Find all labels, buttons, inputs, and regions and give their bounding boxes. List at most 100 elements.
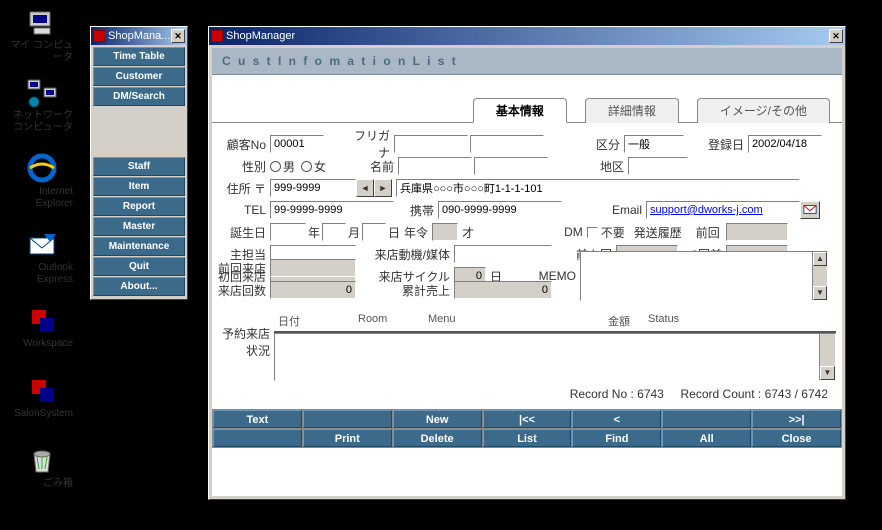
desktop-icon-network[interactable]: ネットワーク コンピュータ [7, 76, 77, 134]
label-nen: 年 [306, 224, 322, 241]
desktop-icon-label: マイ コンピュータ [7, 40, 77, 64]
zip-next-button[interactable]: ► [374, 179, 392, 197]
memo-scrollbar[interactable]: ▲ ▼ [812, 252, 827, 300]
desktop-icon-label: ネットワーク コンピュータ [7, 110, 77, 134]
btn-last[interactable]: >>| [752, 410, 841, 428]
btn-print[interactable]: Print [303, 429, 392, 447]
tel-field[interactable]: 99-9999-9999 [270, 201, 394, 219]
kubun-field[interactable]: 一般 [624, 135, 684, 153]
scroll-up-icon[interactable]: ▲ [813, 252, 827, 266]
app-icon [211, 30, 223, 42]
label-zenkai-raiten: 前回来店 [218, 260, 270, 277]
desktop-icon-workspace[interactable]: Workspace [7, 304, 77, 350]
zip-prev-button[interactable]: ◄ [356, 179, 374, 197]
computer-icon [26, 6, 58, 38]
menu-item-dmsearch[interactable]: DM/Search [93, 87, 185, 106]
grid-scrollbar[interactable]: ▼ [819, 334, 835, 380]
btn-blank3[interactable] [213, 429, 302, 447]
desktop-icon-label: Internet Explorer [7, 186, 77, 210]
btn-new[interactable]: New [393, 410, 482, 428]
menu-item-item[interactable]: Item [93, 177, 185, 196]
grid-col-status: Status [634, 311, 704, 331]
btn-close[interactable]: Close [752, 429, 841, 447]
birth-day-field[interactable] [362, 223, 386, 241]
desktop-icon-trash[interactable]: ごみ箱 [7, 444, 77, 490]
label-keitai: 携帯 [394, 202, 438, 219]
zip-field[interactable]: 999-9999 [270, 179, 356, 197]
btn-prev[interactable]: < [572, 410, 661, 428]
menu-item-customer[interactable]: Customer [93, 67, 185, 86]
menu-window: ShopMana... ✕ Time Table Customer DM/Sea… [90, 26, 188, 300]
label-ruikei: 累計売上 [374, 282, 454, 299]
label-hi: 日 [386, 224, 402, 241]
register-date-field[interactable]: 2002/04/18 [748, 135, 822, 153]
tab-detail[interactable]: 詳細情報 [585, 98, 679, 123]
btn-text[interactable]: Text [213, 410, 302, 428]
grid-row[interactable] [275, 334, 819, 380]
chiku-field[interactable] [628, 157, 688, 175]
email-link[interactable]: support@dworks-j.com [650, 204, 763, 216]
tab-basic[interactable]: 基本情報 [473, 98, 567, 123]
label-haso: 発送履歴 [628, 224, 688, 241]
label-furigana: フリガナ [350, 127, 394, 161]
desktop-icon-label: SalonSystem [7, 408, 77, 420]
doki-field[interactable] [454, 245, 552, 263]
desktop-icon-mycomputer[interactable]: マイ コンピュータ [7, 6, 77, 64]
menu-titlebar[interactable]: ShopMana... ✕ [91, 27, 187, 45]
label-nenrei: 年令 [402, 224, 432, 241]
desktop-icon-ie[interactable]: Internet Explorer [7, 152, 77, 210]
name-last-field[interactable] [398, 157, 472, 175]
menu-item-master[interactable]: Master [93, 217, 185, 236]
tab-image[interactable]: イメージ/その他 [697, 98, 830, 123]
workspace-icon [26, 304, 58, 336]
scroll-down-icon[interactable]: ▼ [820, 366, 835, 380]
label-dm: DM [564, 225, 587, 239]
dm-checkbox[interactable] [587, 227, 598, 238]
customer-no-field[interactable]: 00001 [270, 135, 324, 153]
furigana-first-field[interactable] [470, 135, 544, 153]
memo-field[interactable]: ▲ ▼ [580, 251, 828, 301]
email-button[interactable] [800, 201, 820, 219]
address-field[interactable]: 兵庫県○○○市○○○町1-1-1-101 [396, 179, 800, 197]
menu-item-report[interactable]: Report [93, 197, 185, 216]
birth-month-field[interactable] [322, 223, 346, 241]
label-kubun: 区分 [594, 136, 624, 153]
mobile-field[interactable]: 090-9999-9999 [438, 201, 562, 219]
close-icon[interactable]: ✕ [829, 29, 843, 43]
furigana-last-field[interactable] [394, 135, 468, 153]
email-field[interactable]: support@dworks-j.com [646, 201, 800, 219]
menu-item-quit[interactable]: Quit [93, 257, 185, 276]
btn-blank2[interactable] [662, 410, 751, 428]
desktop-icon-salon[interactable]: SalonSystem [7, 374, 77, 420]
desktop-icon-outlook[interactable]: Outlook Express [7, 228, 77, 286]
btn-first[interactable]: |<< [483, 410, 572, 428]
btn-find[interactable]: Find [572, 429, 661, 447]
menu-item-about[interactable]: About... [93, 277, 185, 296]
birth-year-field[interactable] [270, 223, 306, 241]
grid-header: 日付 Room Menu 金額 Status [274, 311, 836, 333]
label-toroku: 登録日 [708, 136, 748, 153]
label-tanjobi: 誕生日 [218, 224, 270, 241]
label-yoyaku: 予約来店 状況 [218, 307, 270, 381]
btn-list[interactable]: List [483, 429, 572, 447]
radio-female[interactable]: 女 [301, 158, 326, 175]
label-tsuki: 月 [346, 224, 362, 241]
age-field [432, 223, 458, 241]
btn-blank1[interactable] [303, 410, 392, 428]
menu-item-staff[interactable]: Staff [93, 157, 185, 176]
menu-item-timetable[interactable]: Time Table [93, 47, 185, 66]
grid-col-amount: 金額 [494, 311, 634, 331]
close-icon[interactable]: ✕ [171, 29, 185, 43]
outlook-icon [26, 228, 58, 260]
menu-item-maintenance[interactable]: Maintenance [93, 237, 185, 256]
scroll-down-icon[interactable]: ▼ [813, 286, 827, 300]
btn-delete[interactable]: Delete [393, 429, 482, 447]
main-titlebar[interactable]: ShopManager ✕ [209, 27, 845, 45]
radio-male[interactable]: 男 [270, 158, 295, 175]
name-first-field[interactable] [474, 157, 548, 175]
grid-body[interactable]: ▼ [274, 333, 836, 381]
btn-all[interactable]: All [662, 429, 751, 447]
ie-icon [26, 152, 58, 184]
label-customer-no: 顧客No [218, 136, 270, 153]
main-window-title: ShopManager [226, 30, 829, 42]
